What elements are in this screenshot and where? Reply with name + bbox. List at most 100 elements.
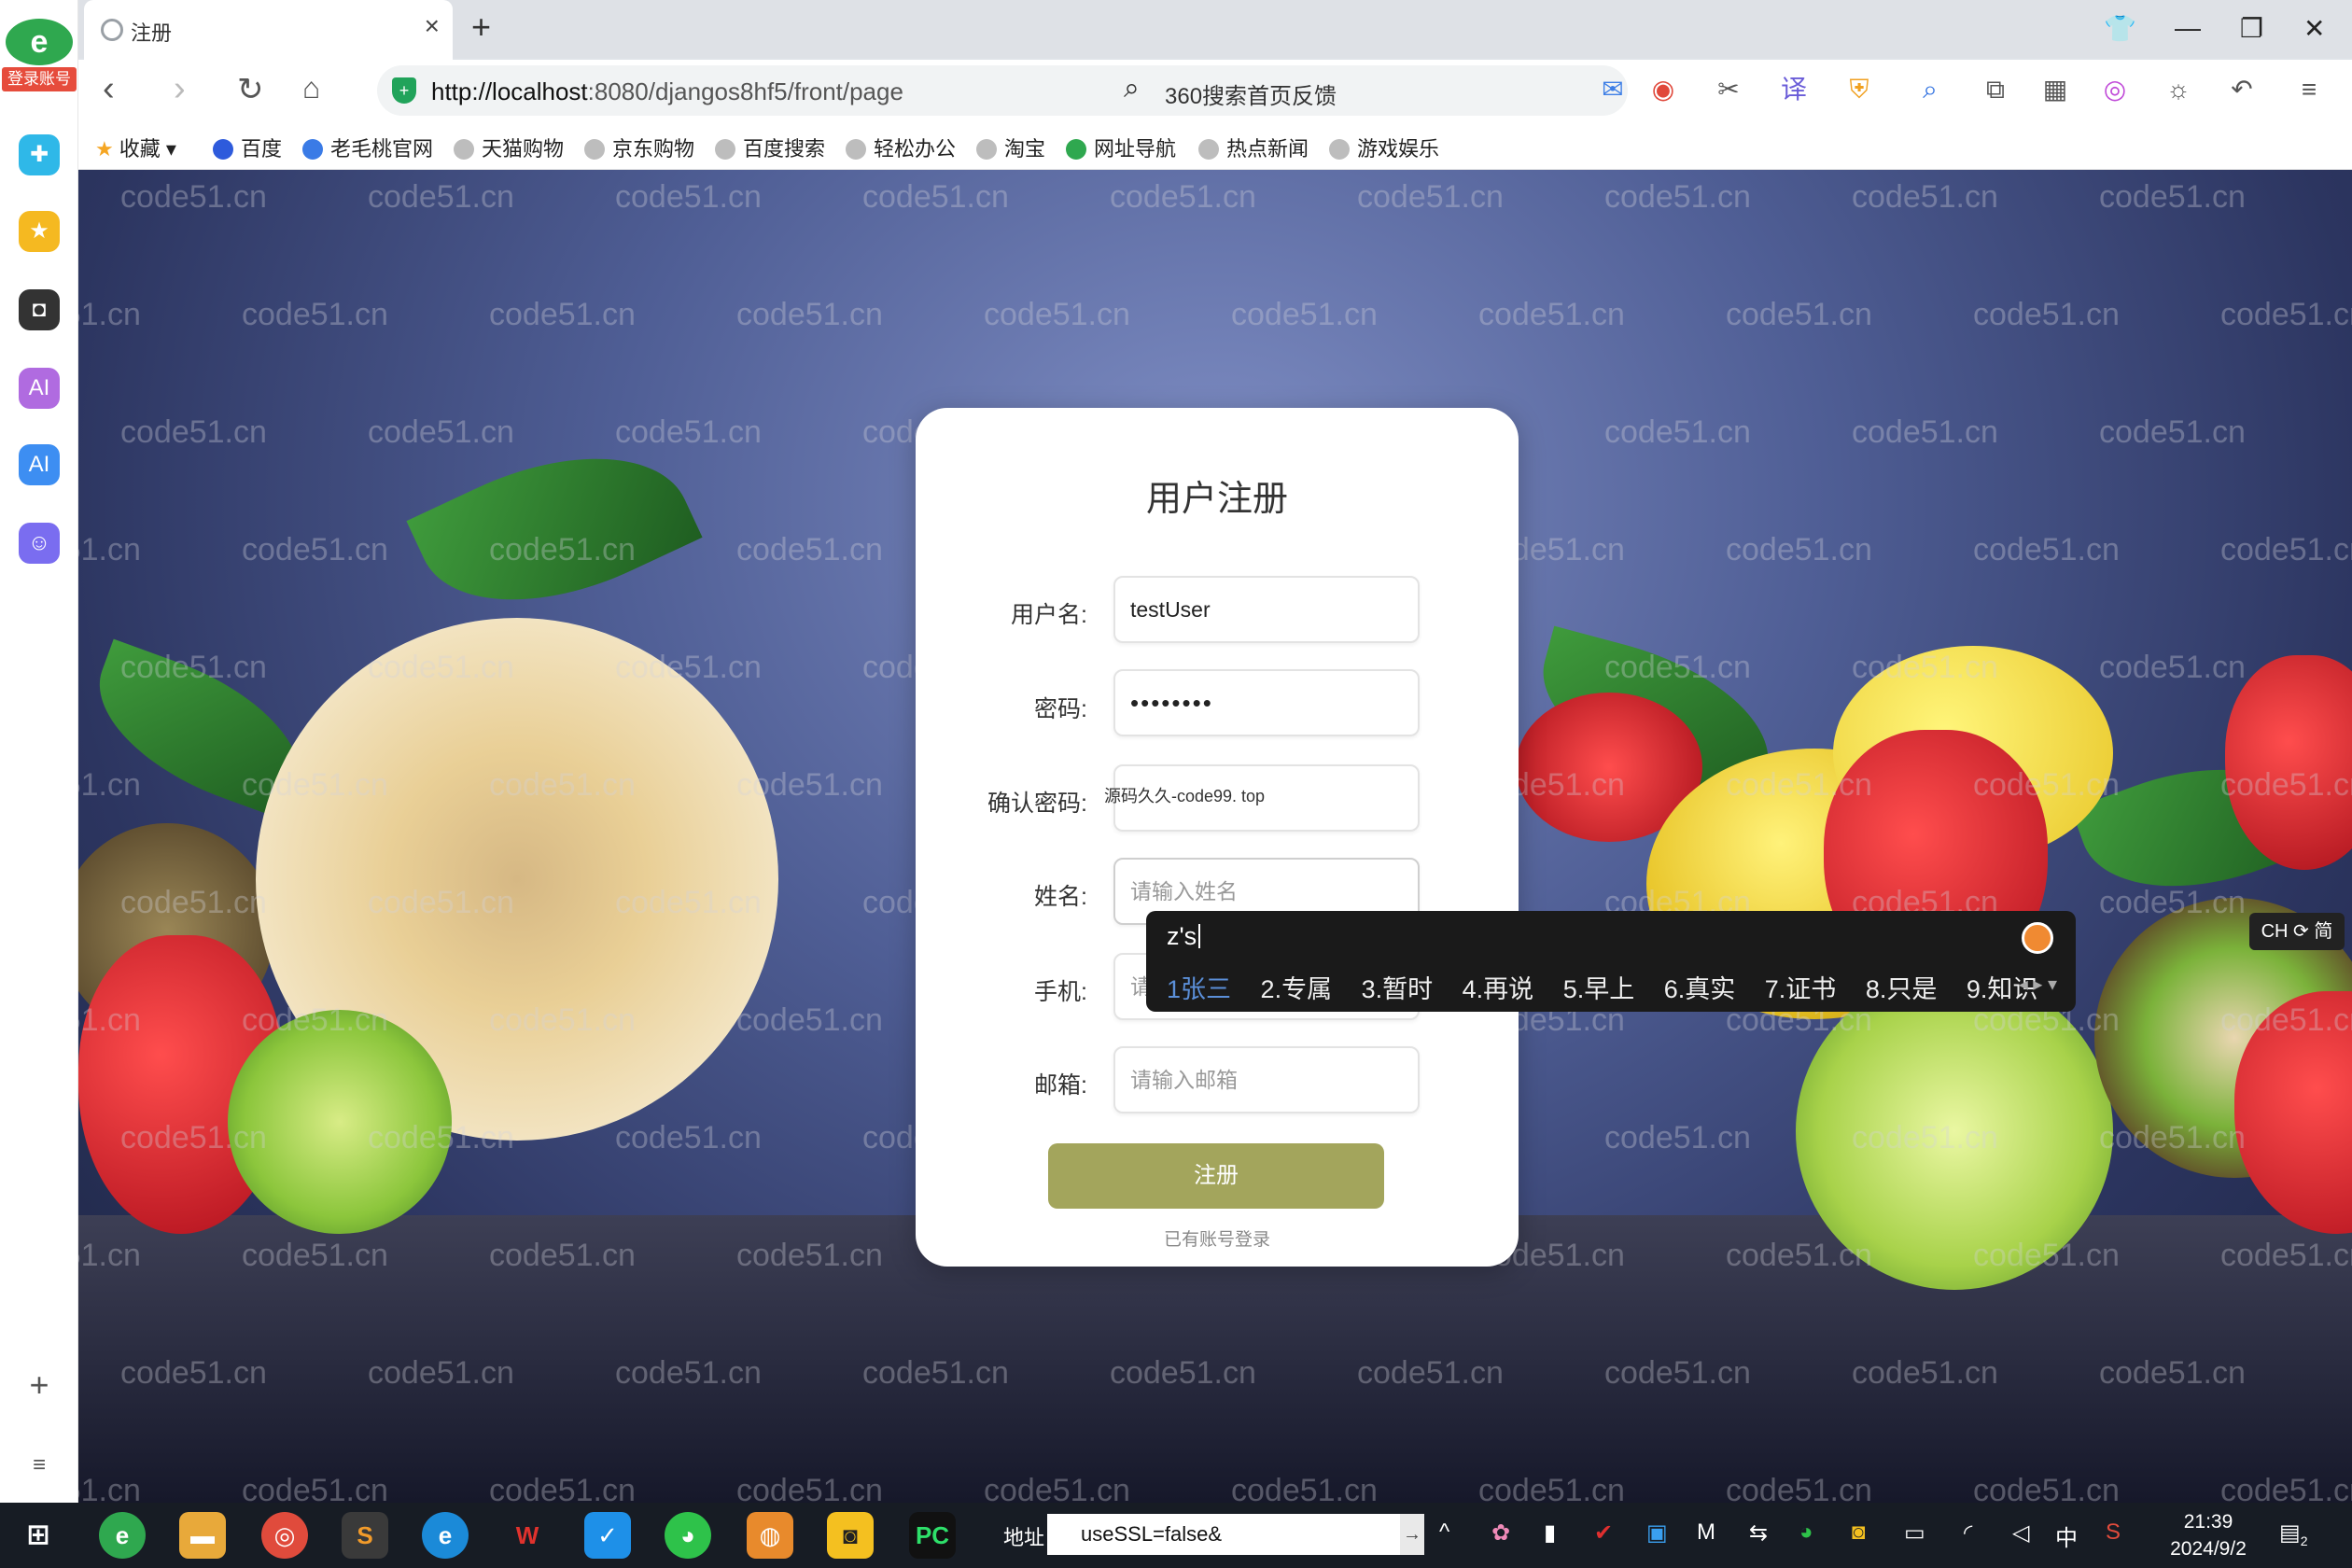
translate-icon[interactable]: 译 bbox=[1777, 73, 1811, 106]
ai-circle-icon[interactable]: ◎ bbox=[2098, 73, 2132, 106]
volume-icon[interactable]: ◁ bbox=[2012, 1519, 2029, 1547]
minimize-button[interactable]: — bbox=[2175, 13, 2201, 43]
ime-fox-icon[interactable] bbox=[2022, 922, 2053, 954]
ime-candidate[interactable]: 6.真实 bbox=[1664, 975, 1736, 1003]
ime-candidate[interactable]: 5.早上 bbox=[1563, 975, 1635, 1003]
tray-expand-icon[interactable]: ^ bbox=[1439, 1519, 1449, 1546]
browser-tab[interactable]: 注册 × bbox=[84, 0, 453, 60]
pycharm-icon[interactable]: PC bbox=[909, 1512, 956, 1559]
undo-icon[interactable]: ↶ bbox=[2225, 73, 2259, 106]
notification-icon[interactable]: ▤2 bbox=[2279, 1519, 2307, 1548]
tray-app-icon[interactable]: ▣ bbox=[1646, 1519, 1668, 1547]
bookmark-tmall[interactable]: 天猫购物 bbox=[454, 133, 564, 162]
tab-close-icon[interactable]: × bbox=[425, 11, 440, 41]
bookmark-laomaotao[interactable]: 老毛桃官网 bbox=[302, 133, 433, 162]
new-tab-button[interactable]: + bbox=[471, 7, 491, 47]
system-clock[interactable]: 21:39 2024/9/2 bbox=[2163, 1508, 2253, 1562]
ime-candidate[interactable]: 2.专属 bbox=[1261, 975, 1333, 1003]
tray-yellow-icon[interactable]: ◙ bbox=[1852, 1519, 1866, 1546]
ime-indicator[interactable]: 中 bbox=[2055, 1519, 2078, 1552]
login-account-badge[interactable]: 登录账号 bbox=[2, 67, 77, 91]
windows-start-icon[interactable]: ⊞ bbox=[15, 1512, 62, 1559]
sidebar-app-icon[interactable]: ✚ bbox=[19, 134, 60, 175]
extension-puzzle-icon[interactable]: ⧉ bbox=[1979, 73, 2012, 106]
grid-apps-icon[interactable]: ▦ bbox=[2038, 73, 2072, 106]
globe-icon bbox=[976, 139, 997, 160]
shirt-skin-icon[interactable]: 👕 bbox=[2104, 13, 2136, 44]
brightness-icon[interactable]: ☼ bbox=[2162, 73, 2195, 106]
yellow-app-icon[interactable]: ◙ bbox=[827, 1512, 874, 1559]
tray-usb-icon[interactable]: ▮ bbox=[1544, 1519, 1556, 1547]
add-icon[interactable]: + bbox=[19, 1365, 60, 1406]
register-button[interactable]: 注册 bbox=[1048, 1143, 1384, 1209]
forward-icon[interactable]: › bbox=[174, 69, 186, 109]
taskbar-address-field[interactable]: useSSL=false&▾ bbox=[1047, 1514, 1422, 1555]
bookmark-baidu[interactable]: 百度 bbox=[213, 133, 282, 162]
chat-bot-icon[interactable]: ☺ bbox=[19, 523, 60, 564]
board-app-icon[interactable]: ✓ bbox=[584, 1512, 631, 1559]
confirm-password-field[interactable]: 源码久久-code99. top bbox=[1104, 764, 1420, 832]
orange-app-icon[interactable]: ◍ bbox=[747, 1512, 793, 1559]
sogou-ime-icon[interactable]: S bbox=[2106, 1519, 2121, 1546]
home-icon[interactable]: ⌂ bbox=[302, 71, 320, 105]
wps-icon[interactable]: W bbox=[504, 1512, 551, 1559]
bookmark-baidu-search[interactable]: 百度搜索 bbox=[715, 133, 825, 162]
ai-assistant-icon[interactable]: AI bbox=[19, 368, 60, 409]
edge-icon[interactable]: e bbox=[422, 1512, 469, 1559]
favorites-star-icon[interactable]: ★ bbox=[19, 211, 60, 252]
tray-settings-icon[interactable]: ⇆ bbox=[1749, 1519, 1768, 1547]
address-url[interactable]: http://localhost:8080/djangos8hf5/front/… bbox=[431, 77, 903, 106]
browser-taskbar-icon[interactable]: e bbox=[99, 1512, 146, 1559]
bookmark-games[interactable]: 游戏娱乐 bbox=[1329, 133, 1439, 162]
login-link[interactable]: 已有账号登录 bbox=[916, 1225, 1519, 1251]
menu-icon[interactable]: ≡ bbox=[2292, 73, 2326, 106]
bookmark-nav[interactable]: 网址导航 bbox=[1066, 133, 1176, 162]
watermark-text: code51.cn bbox=[862, 179, 1009, 215]
ime-status-badge[interactable]: CH ⟳ 简 bbox=[2249, 913, 2345, 950]
restore-button[interactable]: ❐ bbox=[2240, 13, 2263, 44]
ime-candidate[interactable]: 4.再说 bbox=[1463, 975, 1534, 1003]
bookmark-news[interactable]: 热点新闻 bbox=[1198, 133, 1309, 162]
password-field[interactable]: •••••••• bbox=[1113, 669, 1420, 736]
bookmark-favorites[interactable]: ★ 收藏 ▾ bbox=[95, 133, 176, 162]
tray-flower-icon[interactable]: ✿ bbox=[1491, 1519, 1510, 1547]
wechat-icon[interactable]: ◕ bbox=[665, 1512, 711, 1559]
ime-candidate[interactable]: 8.只是 bbox=[1866, 975, 1938, 1003]
sublime-icon[interactable]: S bbox=[342, 1512, 388, 1559]
shield-icon[interactable]: ⛨ bbox=[1842, 73, 1876, 106]
search-box[interactable]: ⌕ 360搜索首页反馈 bbox=[1105, 65, 1628, 116]
file-explorer-icon[interactable]: ▬ bbox=[179, 1512, 226, 1559]
address-bar[interactable]: + http://localhost:8080/djangos8hf5/fron… bbox=[377, 65, 1180, 116]
lime-image bbox=[228, 1010, 452, 1234]
ai-icon[interactable]: AI bbox=[19, 444, 60, 485]
chrome-icon[interactable]: ◎ bbox=[261, 1512, 308, 1559]
watermark-text: code51.cn bbox=[1973, 297, 2120, 332]
reload-icon[interactable]: ↻ bbox=[237, 71, 264, 108]
wifi-icon[interactable]: ◜ bbox=[1964, 1519, 1972, 1547]
scissors-icon[interactable]: ✂ bbox=[1712, 73, 1745, 106]
ime-candidate[interactable]: 1张三 bbox=[1167, 975, 1231, 1003]
tray-shield-icon[interactable]: ✔ bbox=[1594, 1519, 1613, 1547]
bookmark-office[interactable]: 轻松办公 bbox=[846, 133, 956, 162]
bookmark-taobao[interactable]: 淘宝 bbox=[976, 133, 1045, 162]
browser-logo-icon[interactable]: e bbox=[6, 19, 73, 65]
weibo-icon[interactable]: ◉ bbox=[1646, 73, 1680, 106]
ime-page-arrows-icon[interactable]: ◂ ▸ ▾ bbox=[2019, 973, 2057, 996]
tray-monitor-icon[interactable]: ▭ bbox=[1904, 1519, 1925, 1547]
tray-m-icon[interactable]: M bbox=[1697, 1519, 1715, 1546]
mail-icon[interactable]: ✉ bbox=[1596, 73, 1630, 106]
robot-icon[interactable]: ◘ bbox=[19, 289, 60, 330]
ime-candidate[interactable]: 7.证书 bbox=[1765, 975, 1837, 1003]
ime-candidate[interactable]: 3.暂时 bbox=[1362, 975, 1434, 1003]
tray-wechat-icon[interactable]: ◕ bbox=[1799, 1519, 1813, 1546]
search-text[interactable]: 360搜索首页反馈 bbox=[1165, 77, 1337, 110]
close-window-button[interactable]: ✕ bbox=[2303, 13, 2325, 44]
watermark-text: code51.cn bbox=[78, 297, 141, 332]
username-field[interactable]: testUser bbox=[1113, 576, 1420, 643]
email-field[interactable]: 请输入邮箱 bbox=[1113, 1046, 1420, 1113]
back-icon[interactable]: ‹ bbox=[103, 69, 115, 109]
go-arrow-icon[interactable]: → bbox=[1400, 1514, 1424, 1555]
bookmark-jd[interactable]: 京东购物 bbox=[584, 133, 694, 162]
menu-list-icon[interactable]: ≡ bbox=[19, 1445, 60, 1486]
magnifier-icon[interactable]: ⌕ bbox=[1913, 73, 1947, 106]
